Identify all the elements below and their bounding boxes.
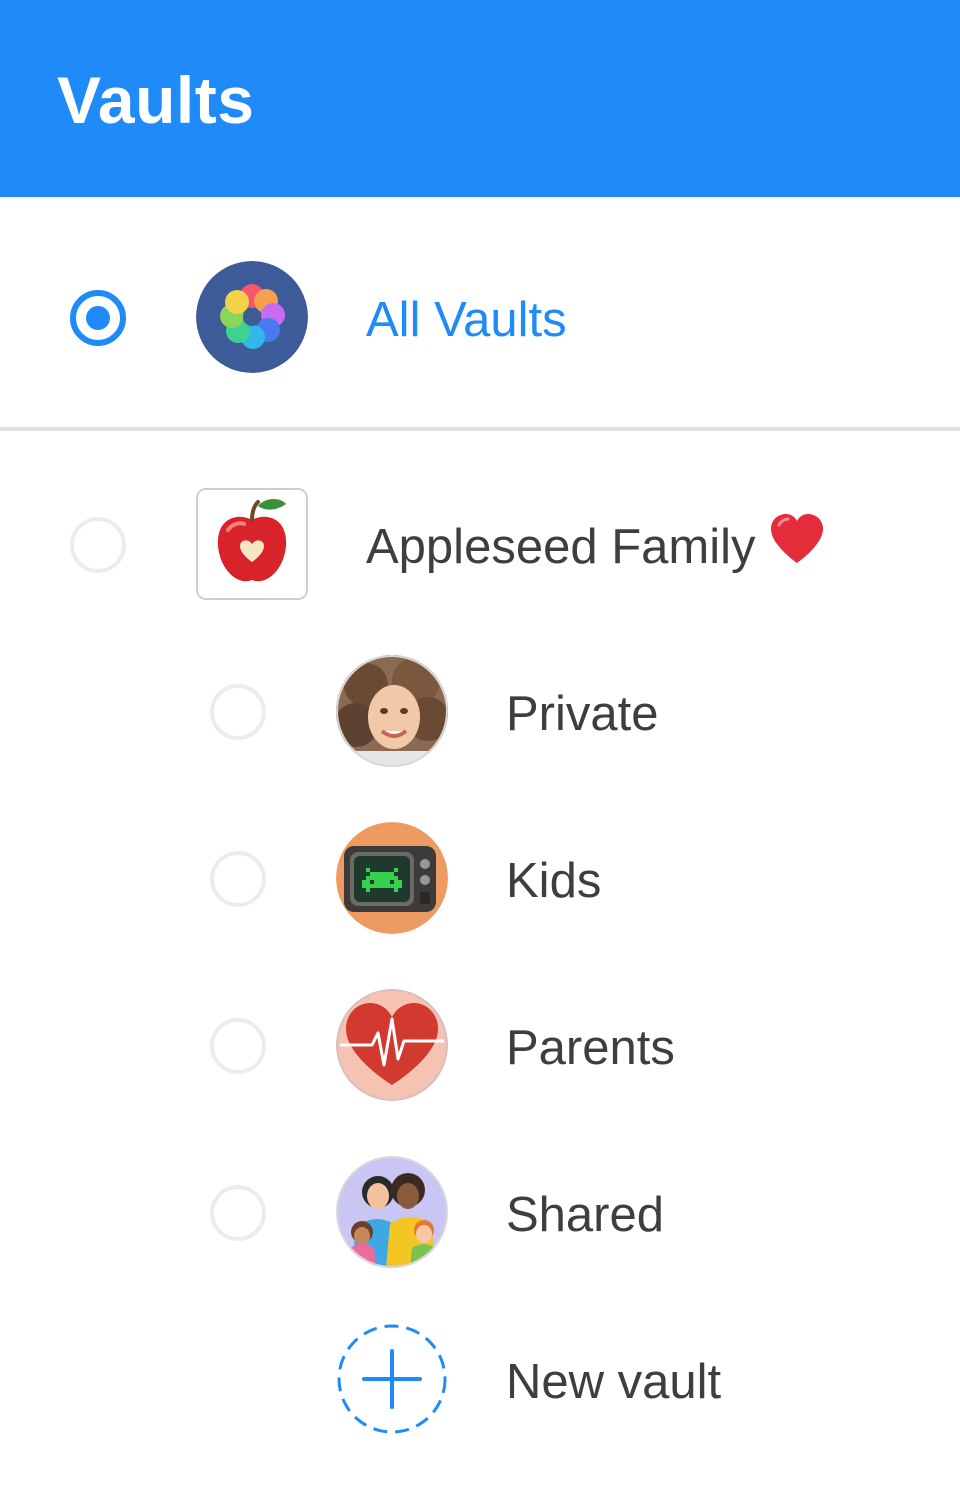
vault-radio-parents[interactable] [210,1018,266,1074]
new-vault-label: New vault [506,1355,722,1409]
new-vault-row[interactable]: New vault [0,1296,960,1463]
vault-row-shared[interactable]: Shared [0,1129,960,1296]
vault-row-kids[interactable]: Kids [0,795,960,962]
apple-heart-icon [196,488,308,600]
woman-portrait-avatar [336,655,448,767]
vault-radio-kids[interactable] [210,851,266,907]
all-vaults-row[interactable]: All Vaults [0,234,960,401]
vault-radio-private[interactable] [210,684,266,740]
all-vaults-label: All Vaults [366,293,567,347]
account-radio[interactable] [70,517,126,573]
vault-label-kids: Kids [506,854,602,908]
vault-label-parents: Parents [506,1021,675,1075]
family-group-avatar [336,1156,448,1268]
page-title: Vaults [57,63,255,137]
section-divider [0,427,960,431]
heartbeat-heart-avatar [336,989,448,1101]
account-label-wrapper: Appleseed Family [366,514,825,579]
vault-row-private[interactable]: Private [0,628,960,795]
vault-label-shared: Shared [506,1188,665,1242]
vault-label-private: Private [506,687,659,741]
vault-row-parents[interactable]: Parents [0,962,960,1129]
account-name: Appleseed Family [366,520,756,574]
account-row[interactable]: Appleseed Family [0,461,960,628]
app-header: Vaults [0,0,960,197]
plus-icon[interactable] [336,1323,448,1435]
retro-tv-space-invader-avatar [336,822,448,934]
red-heart-icon [769,513,825,579]
vault-radio-shared[interactable] [210,1185,266,1241]
multicolor-flower-icon [196,261,308,373]
all-vaults-radio[interactable] [70,290,126,346]
